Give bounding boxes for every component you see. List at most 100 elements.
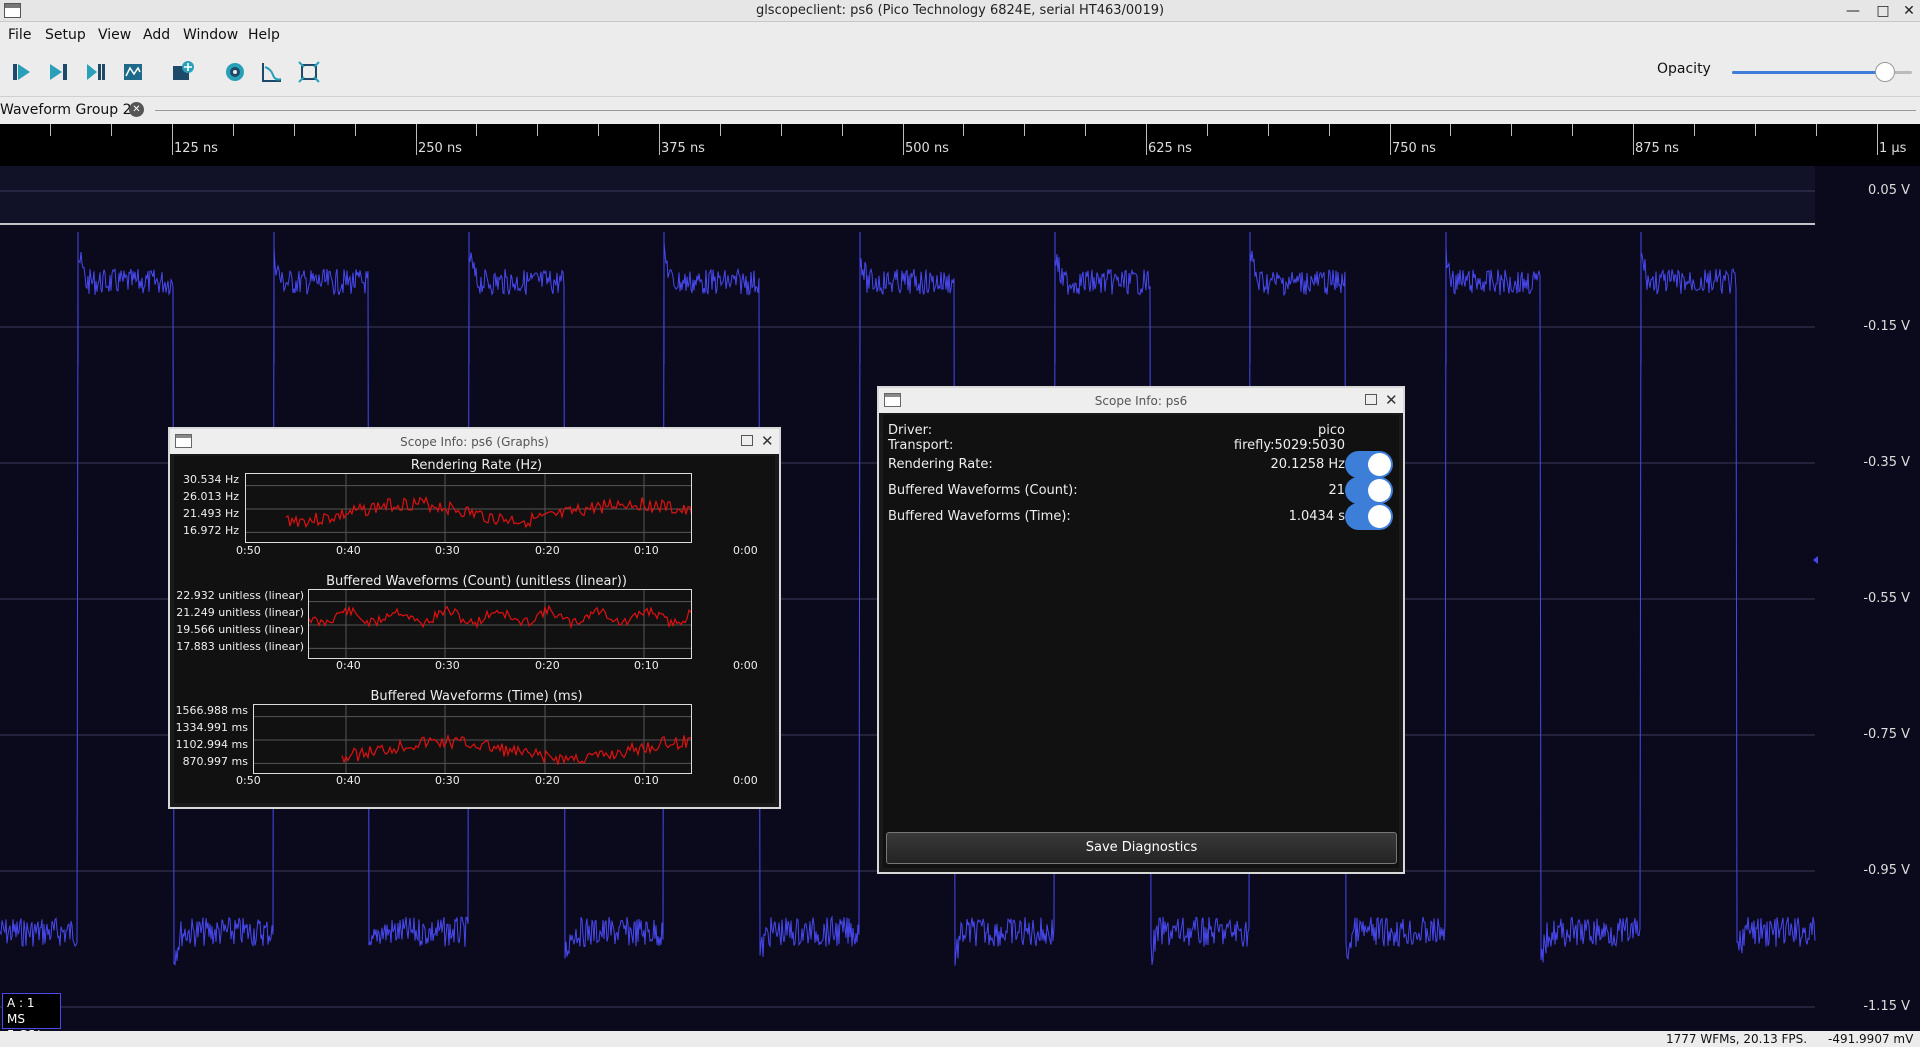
- glscopeclient-window: glscopeclient: ps6 (Pico Technology 6824…: [0, 0, 1920, 1047]
- graph3-ylabel-2: 1102.994 ms: [175, 738, 248, 751]
- histogram-button[interactable]: [257, 57, 287, 87]
- menu-help[interactable]: Help: [248, 27, 280, 43]
- status-cursor-value: -491.9907 mV: [1828, 1032, 1914, 1046]
- timeline-minor-tick: [963, 124, 964, 136]
- graphs-dialog-body: Rendering Rate (Hz) 30.534 Hz 26.013 Hz …: [174, 456, 775, 803]
- timeline-major-tick: [416, 124, 417, 155]
- graph3-xlabel-1: 0:40: [336, 774, 361, 787]
- fullscreen-button[interactable]: [294, 57, 324, 87]
- buffered-count-graph: [308, 589, 692, 659]
- timeline-minor-tick: [476, 124, 477, 136]
- timeline-minor-tick: [1755, 124, 1756, 136]
- menu-view[interactable]: View: [98, 27, 131, 43]
- graphs-dialog-titlebar[interactable]: Scope Info: ps6 (Graphs) ✕: [170, 429, 779, 454]
- opacity-slider-knob[interactable]: [1875, 62, 1895, 82]
- channel-info-badge[interactable]: A : 1 MS 5 GS/s: [2, 993, 61, 1042]
- info-dialog-title: Scope Info: ps6: [1094, 394, 1188, 408]
- stop-button[interactable]: [118, 57, 148, 87]
- graph-title-buffered-count: Buffered Waveforms (Count) (unitless (li…: [326, 574, 627, 589]
- info-value-driver: pico: [1318, 423, 1345, 438]
- graph2-xlabel-0: 0:40: [336, 659, 361, 672]
- title-bar: glscopeclient: ps6 (Pico Technology 6824…: [0, 0, 1920, 22]
- menu-bar: File Setup View Add Window Help: [0, 22, 1920, 49]
- timeline-minor-tick: [233, 124, 234, 136]
- menu-setup[interactable]: Setup: [45, 27, 86, 43]
- timeline-minor-tick: [720, 124, 721, 136]
- opacity-slider-fill: [1732, 71, 1885, 74]
- timeline-minor-tick: [1694, 124, 1695, 136]
- gear-icon: [226, 63, 244, 81]
- graph3-xlabel-5: 0:00: [733, 774, 758, 787]
- close-icon[interactable]: ✕: [761, 432, 774, 450]
- buffered-count-toggle[interactable]: [1345, 477, 1393, 504]
- timeline-label: 875 ns: [1635, 141, 1679, 156]
- voltage-label: -1.15 V: [1863, 999, 1910, 1014]
- info-key-driver: Driver:: [888, 423, 933, 438]
- info-dialog-titlebar[interactable]: Scope Info: ps6 ✕: [879, 388, 1403, 413]
- add-graph-button[interactable]: [168, 57, 198, 87]
- maximize-icon[interactable]: [1365, 394, 1377, 405]
- opacity-slider[interactable]: [1732, 62, 1912, 82]
- trigger-band: [0, 166, 1815, 224]
- info-value-buffered-time: 1.0434 s: [1288, 509, 1345, 524]
- status-bar: 1777 WFMs, 20.13 FPS. -491.9907 mV: [0, 1031, 1920, 1047]
- graph1-ylabel-2: 21.493 Hz: [182, 507, 239, 520]
- timeline-major-tick: [1390, 124, 1391, 155]
- graph3-ylabel-1: 1334.991 ms: [175, 721, 248, 734]
- menu-file[interactable]: File: [8, 27, 31, 43]
- timeline-label: 375 ns: [661, 141, 705, 156]
- single-trigger-button[interactable]: [81, 57, 111, 87]
- maximize-icon[interactable]: [741, 435, 753, 446]
- timeline-major-tick: [659, 124, 660, 155]
- timeline-major-tick: [1146, 124, 1147, 155]
- status-wfms: 1777 WFMs, 20.13 FPS.: [1666, 1032, 1808, 1046]
- timeline-major-tick: [172, 124, 173, 155]
- info-value-rendering-rate: 20.1258 Hz: [1270, 457, 1346, 472]
- voltage-label: 0.05 V: [1868, 183, 1910, 198]
- play-icon: [13, 64, 30, 80]
- graphs-dialog-title: Scope Info: ps6 (Graphs): [400, 435, 549, 449]
- rendering-rate-toggle[interactable]: [1345, 451, 1393, 478]
- minimize-button[interactable]: —: [1844, 2, 1862, 20]
- graph2-xlabel-4: 0:00: [733, 659, 758, 672]
- timeline-label: 1 µs: [1879, 141, 1907, 156]
- close-icon[interactable]: ✕: [1385, 391, 1398, 409]
- channel-offset-marker[interactable]: [1813, 556, 1818, 564]
- tab-close-icon[interactable]: ✕: [129, 102, 144, 117]
- maximize-button[interactable]: □: [1874, 2, 1892, 20]
- timeline-major-tick: [1633, 124, 1634, 155]
- timeline-ruler[interactable]: 125 ns 250 ns 375 ns 500 ns 625 ns 750 ns 875 …: [0, 124, 1920, 166]
- menu-add[interactable]: Add: [143, 27, 170, 43]
- graph2-ylabel-2: 19.566 unitless (linear): [176, 623, 304, 636]
- settings-button[interactable]: [220, 57, 250, 87]
- play-button[interactable]: [6, 57, 36, 87]
- stop-icon: [124, 64, 142, 80]
- step-forward-button[interactable]: [43, 57, 73, 87]
- graph1-xlabel-2: 0:30: [435, 544, 460, 557]
- tab-separator: [155, 110, 1916, 111]
- menu-window[interactable]: Window: [183, 27, 238, 43]
- voltage-label: -0.95 V: [1863, 863, 1910, 878]
- timeline-minor-tick: [598, 124, 599, 136]
- single-trigger-icon: [87, 64, 105, 80]
- timeline-label: 750 ns: [1392, 141, 1436, 156]
- graph2-ylabel-0: 22.932 unitless (linear): [176, 589, 304, 602]
- info-row-driver: Driver: pico: [888, 423, 1393, 439]
- save-diagnostics-button[interactable]: Save Diagnostics: [886, 832, 1397, 864]
- info-row-buffered-count: Buffered Waveforms (Count): 21: [888, 477, 1393, 504]
- window-title: glscopeclient: ps6 (Pico Technology 6824…: [755, 3, 1165, 18]
- timeline-major-tick: [1877, 124, 1878, 155]
- fullscreen-icon: [298, 61, 320, 83]
- graph2-xlabel-3: 0:10: [634, 659, 659, 672]
- timeline-minor-tick: [355, 124, 356, 136]
- buffered-time-toggle[interactable]: [1345, 503, 1393, 530]
- timeline-major-tick: [903, 124, 904, 155]
- info-key-buffered-count: Buffered Waveforms (Count):: [888, 483, 1078, 498]
- voltage-label: -0.15 V: [1863, 319, 1910, 334]
- toolbar: Opacity: [0, 49, 1920, 97]
- info-value-buffered-count: 21: [1328, 483, 1345, 498]
- tab-waveform-group-2[interactable]: Waveform Group 2: [0, 102, 132, 118]
- close-button[interactable]: ✕: [1900, 2, 1918, 20]
- waveform-group-tabbar: Waveform Group 2 ✕: [0, 97, 1920, 124]
- graph3-xlabel-0: 0:50: [236, 774, 261, 787]
